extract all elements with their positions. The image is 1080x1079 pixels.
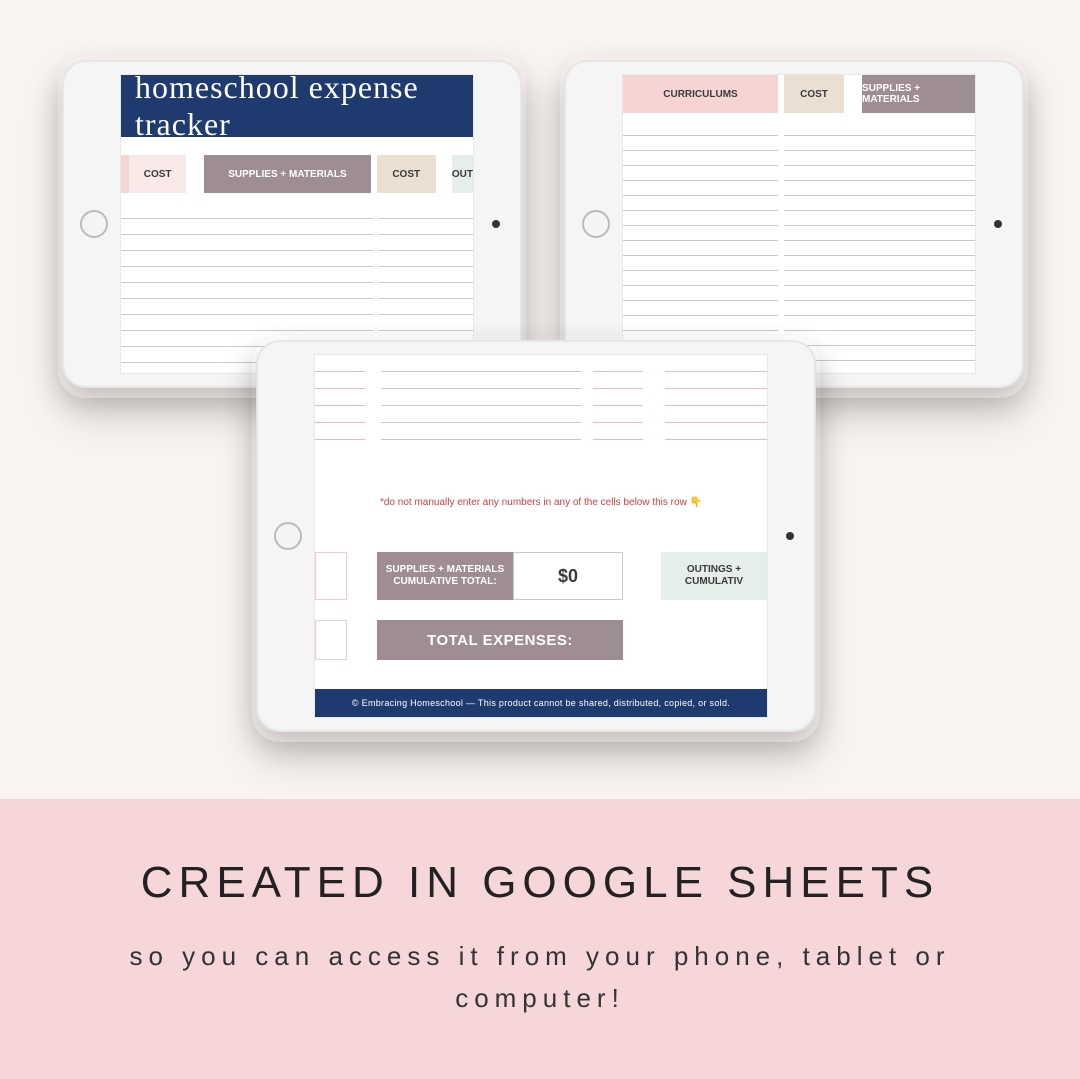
table-row xyxy=(623,301,975,316)
camera-icon xyxy=(492,220,500,228)
col-cost: COST xyxy=(377,155,436,193)
supplies-total-label: SUPPLIES + MATERIALS CUMULATIVE TOTAL: xyxy=(377,552,513,600)
table-row xyxy=(593,423,643,440)
home-button-icon xyxy=(80,210,108,238)
col-supplies: SUPPLIES + MATERIALS xyxy=(862,75,975,113)
table-rows-partial xyxy=(315,355,767,441)
col-outings: OUT xyxy=(452,155,473,193)
table-row xyxy=(665,355,768,372)
home-button-icon xyxy=(582,210,610,238)
table-row xyxy=(381,423,581,440)
totals-row: SUPPLIES + MATERIALS CUMULATIVE TOTAL: $… xyxy=(315,552,767,600)
table-row xyxy=(381,389,581,406)
blank-cell xyxy=(315,620,347,660)
table-row xyxy=(623,271,975,286)
table-row xyxy=(623,256,975,271)
table-rows xyxy=(623,113,975,361)
col-supplies: SUPPLIES + MATERIALS xyxy=(204,155,370,193)
promo-title: CREATED IN GOOGLE SHEETS xyxy=(141,858,939,908)
table-row xyxy=(121,267,473,283)
table-row xyxy=(623,316,975,331)
table-row xyxy=(623,226,975,241)
home-button-icon xyxy=(274,522,302,550)
table-row xyxy=(121,219,473,235)
table-row xyxy=(623,286,975,301)
table-row xyxy=(623,151,975,166)
table-row xyxy=(381,406,581,423)
table-row xyxy=(121,203,473,219)
screen-middle: *do not manually enter any numbers in an… xyxy=(314,354,768,718)
table-row xyxy=(315,372,365,389)
promo-subtitle: so you can access it from your phone, ta… xyxy=(90,936,990,1019)
copyright-footer: © Embracing Homeschool — This product ca… xyxy=(315,689,767,717)
sheet-title-bar: homeschool expense tracker xyxy=(121,75,473,137)
table-row xyxy=(623,121,975,136)
camera-icon xyxy=(994,220,1002,228)
table-row xyxy=(665,406,768,423)
table-row xyxy=(665,423,768,440)
table-row xyxy=(121,299,473,315)
sheet-title: homeschool expense tracker xyxy=(135,74,473,143)
table-row xyxy=(623,196,975,211)
blank-cell xyxy=(315,552,347,600)
table-row xyxy=(593,355,643,372)
total-expenses-row: TOTAL EXPENSES: xyxy=(315,620,767,660)
table-row xyxy=(623,136,975,151)
column-headers: COST SUPPLIES + MATERIALS COST OUT xyxy=(121,155,473,193)
table-row xyxy=(121,283,473,299)
table-row xyxy=(381,355,581,372)
total-expenses-label: TOTAL EXPENSES: xyxy=(377,620,623,660)
col-sliver xyxy=(121,155,129,193)
table-row xyxy=(381,372,581,389)
table-row xyxy=(665,389,768,406)
table-row xyxy=(593,372,643,389)
tablet-middle: *do not manually enter any numbers in an… xyxy=(256,340,816,732)
table-row xyxy=(623,211,975,226)
table-row xyxy=(623,166,975,181)
promo-panel: CREATED IN GOOGLE SHEETS so you can acce… xyxy=(0,799,1080,1079)
table-row xyxy=(121,251,473,267)
table-row xyxy=(593,389,643,406)
total-expenses-value xyxy=(623,620,767,660)
camera-icon xyxy=(786,532,794,540)
col-curriculums: CURRICULUMS xyxy=(623,75,778,113)
table-row xyxy=(623,181,975,196)
table-row xyxy=(315,355,365,372)
table-row xyxy=(121,235,473,251)
table-row xyxy=(121,315,473,331)
column-headers: CURRICULUMS COST SUPPLIES + MATERIALS xyxy=(623,75,975,113)
screen-left: homeschool expense tracker COST SUPPLIES… xyxy=(120,74,474,374)
table-row xyxy=(315,423,365,440)
table-row xyxy=(623,241,975,256)
outings-total-label: OUTINGS + CUMULATIV xyxy=(661,552,767,600)
col-cost: COST xyxy=(129,155,188,193)
table-row xyxy=(315,389,365,406)
screen-right: CURRICULUMS COST SUPPLIES + MATERIALS xyxy=(622,74,976,374)
table-row xyxy=(315,406,365,423)
supplies-total-value: $0 xyxy=(513,552,623,600)
table-row xyxy=(665,372,768,389)
table-row xyxy=(593,406,643,423)
col-cost: COST xyxy=(784,75,844,113)
warning-text: *do not manually enter any numbers in an… xyxy=(315,497,767,508)
